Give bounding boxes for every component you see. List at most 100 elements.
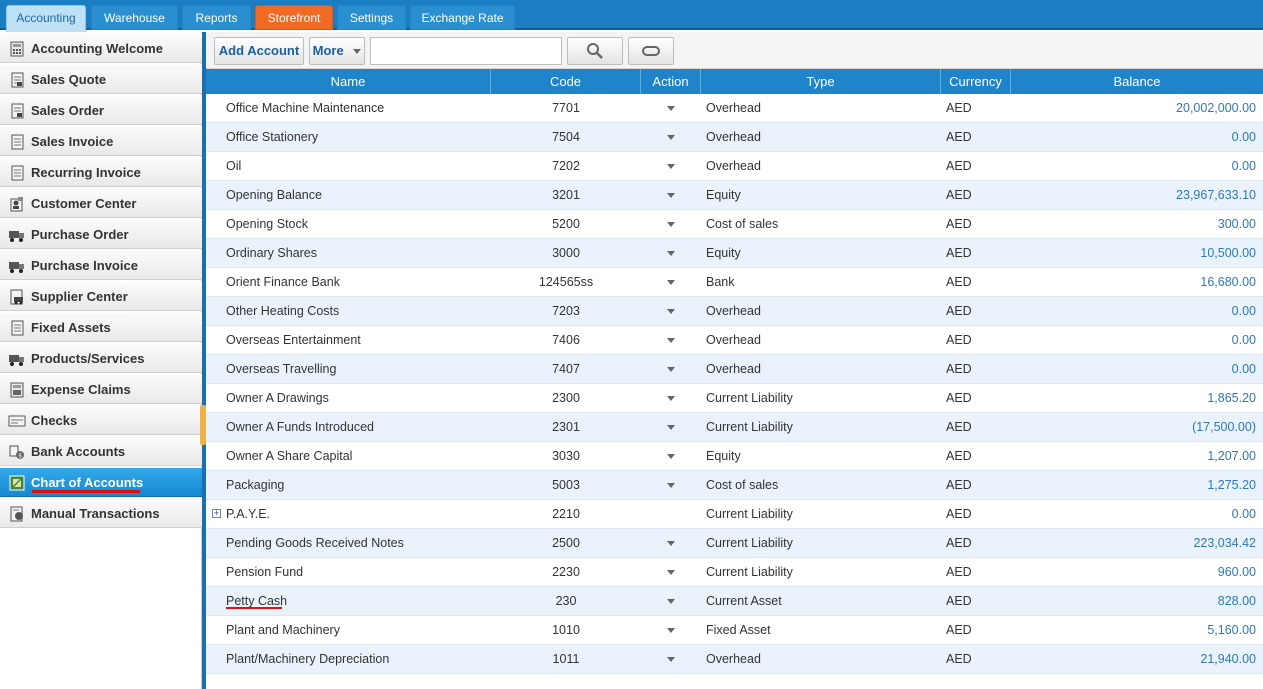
column-header-action[interactable]: Action <box>641 69 701 94</box>
action-dropdown-icon[interactable] <box>666 599 675 605</box>
sidebar-item-label: Accounting Welcome <box>31 41 163 56</box>
currency-cell: AED <box>946 507 972 521</box>
account-type-cell: Current Liability <box>706 391 793 405</box>
table-row[interactable]: Owner A Drawings 2300 Current Liability AED… <box>206 384 1263 413</box>
action-dropdown-icon[interactable] <box>666 628 675 634</box>
account-type-cell: Current Liability <box>706 536 793 550</box>
table-row[interactable]: Opening Stock 5200 Cost of sales AED 300.00 <box>206 210 1263 239</box>
account-type-cell: Overhead <box>706 304 761 318</box>
balance-cell: 0.00 <box>1231 130 1256 144</box>
table-row[interactable]: Pending Goods Received Notes 2500 Current … <box>206 529 1263 558</box>
tab-reports[interactable]: Reports <box>182 5 251 30</box>
currency-cell: AED <box>946 362 972 376</box>
search-input[interactable] <box>370 37 562 65</box>
table-row[interactable]: Owner A Funds Introduced 2301 Current Liab… <box>206 413 1263 442</box>
customer-icon <box>10 197 23 212</box>
table-row[interactable]: Overseas Travelling 7407 Overhead AED 0.00 <box>206 355 1263 384</box>
table-row[interactable]: + P.A.Y.E. 2210 Current Liability AED 0.00 <box>206 500 1263 529</box>
balance-cell: 960.00 <box>1217 565 1256 579</box>
refresh-button[interactable] <box>628 37 674 65</box>
account-code-cell: 3000 <box>552 246 580 260</box>
sidebar-item-recurring-invoice[interactable]: Recurring Invoice <box>0 157 202 187</box>
sidebar: Accounting Welcome Sales Quote Sales Ord… <box>0 32 202 689</box>
search-button[interactable] <box>567 37 623 65</box>
table-row[interactable]: Opening Balance 3201 Equity AED 23,967,633.1… <box>206 181 1263 210</box>
currency-cell: AED <box>946 130 972 144</box>
column-header-type[interactable]: Type <box>701 69 941 94</box>
tab-warehouse[interactable]: Warehouse <box>91 5 178 30</box>
currency-cell: AED <box>946 304 972 318</box>
action-dropdown-icon[interactable] <box>666 135 675 141</box>
table-row[interactable]: Pension Fund 2230 Current Liability AED 960.… <box>206 558 1263 587</box>
accounts-grid: Office Machine Maintenance 7701 Overhead AE… <box>206 94 1263 689</box>
action-dropdown-icon[interactable] <box>666 309 675 315</box>
sidebar-item-supplier-center[interactable]: Supplier Center <box>0 281 202 311</box>
tab-accounting[interactable]: Accounting <box>6 5 86 32</box>
tab-storefront[interactable]: Storefront <box>255 5 333 30</box>
table-row[interactable]: Orient Finance Bank 124565ss Bank AED 16,680… <box>206 268 1263 297</box>
sidebar-item-sales-invoice[interactable]: Sales Invoice <box>0 126 202 156</box>
account-name-cell: Other Heating Costs <box>226 304 340 318</box>
table-row[interactable]: Packaging 5003 Cost of sales AED 1,275.20 <box>206 471 1263 500</box>
table-row[interactable]: Plant and Machinery 1010 Fixed Asset AED 5,1… <box>206 616 1263 645</box>
table-row[interactable]: Office Stationery 7504 Overhead AED 0.00 <box>206 123 1263 152</box>
action-dropdown-icon[interactable] <box>666 338 675 344</box>
action-cell <box>641 355 700 384</box>
column-header-balance[interactable]: Balance <box>1011 69 1263 94</box>
account-type-cell: Equity <box>706 188 741 202</box>
action-dropdown-icon[interactable] <box>666 280 675 286</box>
column-header-currency[interactable]: Currency <box>941 69 1011 94</box>
column-header-code[interactable]: Code <box>491 69 641 94</box>
table-row[interactable]: Owner A Share Capital 3030 Equity AED 1,207.… <box>206 442 1263 471</box>
action-dropdown-icon[interactable] <box>666 483 675 489</box>
account-code-cell: 1011 <box>552 652 580 666</box>
action-dropdown-icon[interactable] <box>666 222 675 228</box>
sidebar-item-label: Chart of Accounts <box>31 475 144 490</box>
account-code-cell: 2500 <box>552 536 580 550</box>
sidebar-item-customer-center[interactable]: Customer Center <box>0 188 202 218</box>
action-cell <box>641 326 700 355</box>
action-dropdown-icon[interactable] <box>666 193 675 199</box>
sidebar-item-bank-accounts[interactable]: $ Bank Accounts <box>0 436 202 466</box>
action-dropdown-icon[interactable] <box>666 251 675 257</box>
sidebar-item-expense-claims[interactable]: Expense Claims <box>0 374 202 404</box>
sidebar-item-fixed-assets[interactable]: Fixed Assets <box>0 312 202 342</box>
action-cell <box>641 268 700 297</box>
sidebar-item-sales-quote[interactable]: Sales Quote <box>0 64 202 94</box>
sidebar-item-products-services[interactable]: Products/Services <box>0 343 202 373</box>
tab-exchange-rate[interactable]: Exchange Rate <box>410 5 515 30</box>
account-name-cell: Ordinary Shares <box>226 246 318 260</box>
action-dropdown-icon[interactable] <box>666 164 675 170</box>
sidebar-item-accounting-welcome[interactable]: Accounting Welcome <box>0 33 202 63</box>
table-row[interactable]: Plant/Machinery Depreciation 1011 Overhead… <box>206 645 1263 674</box>
table-row[interactable]: Ordinary Shares 3000 Equity AED 10,500.00 <box>206 239 1263 268</box>
action-dropdown-icon[interactable] <box>666 367 675 373</box>
column-header-name[interactable]: Name <box>206 69 491 94</box>
expand-icon[interactable]: + <box>212 509 221 518</box>
table-row[interactable]: Overseas Entertainment 7406 Overhead AED 0.0… <box>206 326 1263 355</box>
action-dropdown-icon[interactable] <box>666 541 675 547</box>
table-row[interactable]: Petty Cash 230 Current Asset AED 828.00 <box>206 587 1263 616</box>
action-dropdown-icon[interactable] <box>666 425 675 431</box>
action-dropdown-icon[interactable] <box>666 396 675 402</box>
sidebar-item-sales-order[interactable]: Sales Order <box>0 95 202 125</box>
action-dropdown-icon[interactable] <box>666 657 675 663</box>
sidebar-item-checks[interactable]: Checks <box>0 405 202 435</box>
more-button[interactable]: More <box>309 37 365 65</box>
sidebar-item-purchase-invoice[interactable]: Purchase Invoice <box>0 250 202 280</box>
table-row[interactable]: Oil 7202 Overhead AED 0.00 <box>206 152 1263 181</box>
sidebar-item-manual-transactions[interactable]: Manual Transactions <box>0 498 202 528</box>
action-dropdown-icon[interactable] <box>666 106 675 112</box>
truck-icon <box>9 355 24 366</box>
document-icon <box>11 165 24 181</box>
add-account-button[interactable]: Add Account <box>214 37 304 65</box>
table-row[interactable]: Other Heating Costs 7203 Overhead AED 0.00 <box>206 297 1263 326</box>
tab-settings[interactable]: Settings <box>337 5 406 30</box>
action-dropdown-icon[interactable] <box>666 454 675 460</box>
action-dropdown-icon[interactable] <box>666 570 675 576</box>
balance-cell: 0.00 <box>1231 507 1256 521</box>
sidebar-item-purchase-order[interactable]: Purchase Order <box>0 219 202 249</box>
action-cell <box>641 384 700 413</box>
table-row[interactable]: Office Machine Maintenance 7701 Overhead AE… <box>206 94 1263 123</box>
sidebar-item-label: Recurring Invoice <box>31 165 141 180</box>
